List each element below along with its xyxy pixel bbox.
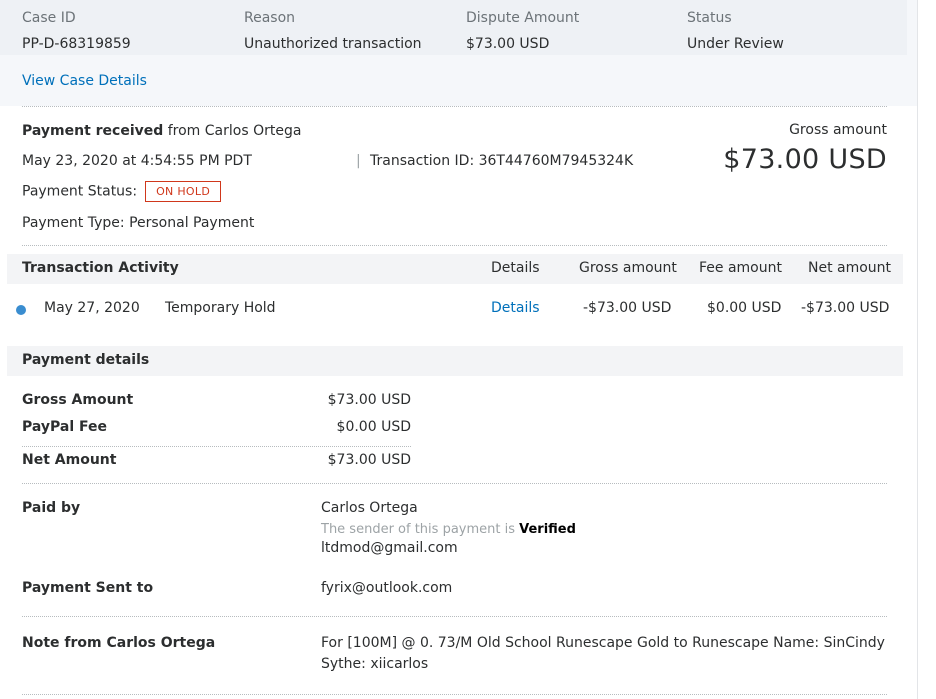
gross-amount-label: Gross amount <box>789 122 887 138</box>
verified-badge: Verified <box>519 522 576 537</box>
view-case-details-link[interactable]: View Case Details <box>22 72 147 90</box>
payment-received-label: Payment received <box>22 123 164 139</box>
verified-prefix: The sender of this payment is <box>321 522 520 537</box>
status-value: Under Review <box>687 36 784 52</box>
divider <box>22 446 411 447</box>
note-label: Note from Carlos Ortega <box>22 635 216 651</box>
paid-by-email: ltdmod@gmail.com <box>321 540 458 556</box>
note-line-2: Sythe: xiicarlos <box>321 656 429 672</box>
payment-details-header: Payment details <box>7 346 903 376</box>
reason-label: Reason <box>244 10 296 26</box>
activity-net: -$73.00 USD <box>801 300 890 316</box>
dispute-amount-label: Dispute Amount <box>466 10 580 26</box>
case-header: Case ID PP-D-68319859 Reason Unauthorize… <box>0 0 917 106</box>
payment-received-line: Payment received from Carlos Ortega <box>22 122 301 140</box>
paypal-fee-value: $0.00 USD <box>336 419 411 435</box>
status-column: Status Under Review <box>687 9 784 53</box>
net-amount-label: Net Amount <box>22 452 117 468</box>
status-badge: ON HOLD <box>145 181 222 202</box>
activity-description: Temporary Hold <box>165 300 276 316</box>
activity-status-dot <box>16 305 26 315</box>
paypal-fee-label: PayPal Fee <box>22 419 108 435</box>
divider <box>22 106 887 107</box>
status-label: Status <box>687 10 732 26</box>
payment-status-line: Payment Status: ON HOLD <box>22 181 222 202</box>
column-header-gross: Gross amount <box>579 260 677 276</box>
transaction-activity-header: Transaction Activity Details Gross amoun… <box>7 254 903 284</box>
payment-sent-to-email: fyrix@outlook.com <box>321 580 453 596</box>
reason-value: Unauthorized transaction <box>244 36 422 52</box>
divider <box>22 483 887 484</box>
dispute-amount-value: $73.00 USD <box>466 36 550 52</box>
payment-type: Payment Type: Personal Payment <box>22 215 255 231</box>
activity-details-link[interactable]: Details <box>491 300 540 316</box>
separator: | <box>356 153 361 169</box>
case-id-label: Case ID <box>22 10 76 26</box>
activity-date: May 27, 2020 <box>44 300 140 316</box>
gross-amount-row-value: $73.00 USD <box>327 392 411 408</box>
activity-gross: -$73.00 USD <box>583 300 672 316</box>
case-id-column: Case ID PP-D-68319859 <box>22 9 131 53</box>
transaction-activity-title: Transaction Activity <box>22 260 179 276</box>
paid-by-label: Paid by <box>22 500 81 516</box>
payment-sender: from Carlos Ortega <box>163 123 302 139</box>
transaction-id: Transaction ID: 36T44760M7945324K <box>370 153 634 169</box>
verified-status: The sender of this payment is Verified <box>321 521 576 537</box>
payment-details-title: Payment details <box>22 352 150 368</box>
reason-column: Reason Unauthorized transaction <box>244 9 422 53</box>
divider <box>22 245 887 246</box>
case-id-value: PP-D-68319859 <box>22 36 131 52</box>
gross-amount-row-label: Gross Amount <box>22 392 134 408</box>
column-header-fee: Fee amount <box>699 260 782 276</box>
net-amount-value: $73.00 USD <box>327 452 411 468</box>
dispute-amount-column: Dispute Amount $73.00 USD <box>466 9 579 53</box>
right-border <box>917 0 918 699</box>
divider <box>22 616 887 617</box>
divider <box>22 694 887 695</box>
payment-sent-to-label: Payment Sent to <box>22 580 154 596</box>
gross-amount-value: $73.00 USD <box>723 144 887 175</box>
activity-fee: $0.00 USD <box>707 300 782 316</box>
paid-by-name: Carlos Ortega <box>321 500 418 516</box>
column-header-details: Details <box>491 260 540 276</box>
payment-date: May 23, 2020 at 4:54:55 PM PDT <box>22 153 252 169</box>
note-line-1: For [100M] @ 0. 73/M Old School Runescap… <box>321 635 885 651</box>
payment-status-label: Payment Status: <box>22 183 138 200</box>
column-header-net: Net amount <box>808 260 892 276</box>
